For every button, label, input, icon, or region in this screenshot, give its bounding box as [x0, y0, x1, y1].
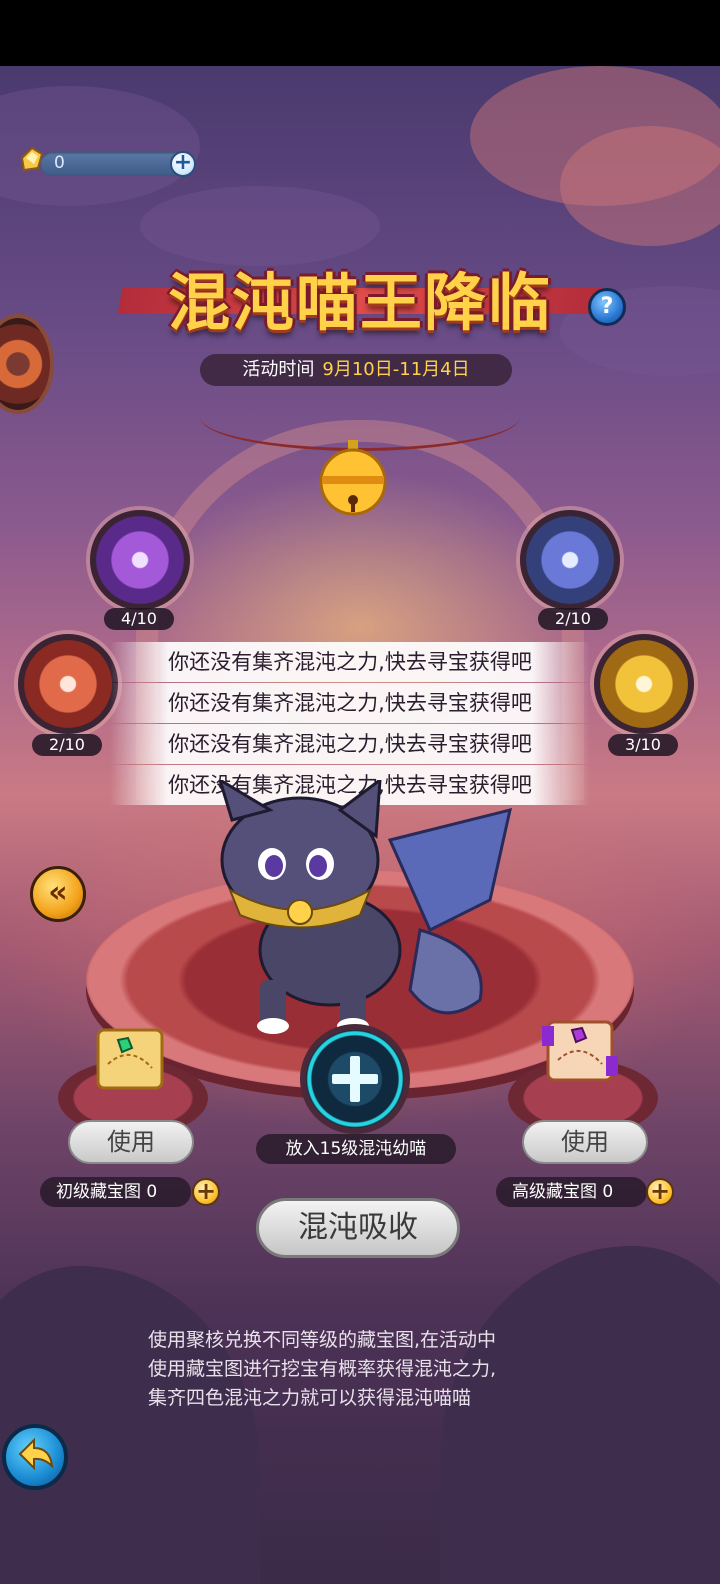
event-time: 活动时间 9月10日-11月4日 — [200, 354, 512, 386]
basic-map-count: 初级藏宝图 0 — [40, 1177, 192, 1207]
advanced-map-count: 高级藏宝图 0 — [496, 1177, 648, 1207]
chaos-orb-purple[interactable] — [90, 510, 190, 610]
back-arrow-icon — [18, 1437, 54, 1471]
chaos-absorb-button[interactable]: 混沌吸收 — [256, 1198, 460, 1258]
add-currency-button[interactable]: + — [170, 151, 196, 177]
basic-treasure-map-icon[interactable] — [88, 1024, 172, 1094]
orb-count-blue: 2/10 — [538, 608, 608, 630]
event-time-value: 9月10日-11月4日 — [322, 359, 470, 380]
gold-crystal-icon — [20, 146, 44, 172]
advanced-map-label: 高级藏宝图 0 — [512, 1182, 614, 1202]
orb-count-yellow: 3/10 — [608, 734, 678, 756]
add-pet-button[interactable] — [300, 1024, 410, 1134]
help-button[interactable]: ? — [588, 288, 626, 326]
orb-count-purple: 4/10 — [104, 608, 174, 630]
use-advanced-map-button[interactable]: 使用 — [522, 1120, 648, 1164]
add-basic-map-button[interactable]: + — [192, 1178, 220, 1206]
currency-bar: 0 + — [20, 146, 196, 178]
add-advanced-map-button[interactable]: + — [646, 1178, 674, 1206]
chaos-cat-pet — [218, 780, 512, 1034]
chaos-orb-yellow[interactable] — [594, 634, 694, 734]
plus-icon — [332, 1056, 378, 1102]
event-title-banner: 混沌喵王降临 — [117, 248, 603, 348]
back-button[interactable] — [2, 1424, 68, 1490]
expand-left-button[interactable]: « — [30, 866, 86, 922]
advanced-treasure-map-icon[interactable] — [538, 1016, 622, 1086]
description-line: 使用聚核兑换不同等级的藏宝图,在活动中 — [148, 1329, 497, 1351]
event-title: 混沌喵王降临 — [167, 266, 552, 339]
chaos-orb-red[interactable] — [18, 634, 118, 734]
event-description: 使用聚核兑换不同等级的藏宝图,在活动中 使用藏宝图进行挖宝有概率获得混沌之力, … — [148, 1326, 588, 1413]
description-line: 使用藏宝图进行挖宝有概率获得混沌之力, — [148, 1358, 497, 1380]
basic-map-label: 初级藏宝图 0 — [56, 1182, 158, 1202]
message-item: 你还没有集齐混沌之力,快去寻宝获得吧 — [110, 642, 590, 682]
chaos-orb-blue[interactable] — [520, 510, 620, 610]
event-time-label: 活动时间 — [242, 359, 315, 380]
orb-count-red: 2/10 — [32, 734, 102, 756]
currency-value: 0 — [54, 153, 65, 173]
message-item: 你还没有集齐混沌之力,快去寻宝获得吧 — [110, 724, 590, 764]
add-pet-label: 放入15级混沌幼喵 — [256, 1134, 456, 1164]
description-line: 集齐四色混沌之力就可以获得混沌喵喵 — [148, 1387, 472, 1409]
message-item: 你还没有集齐混沌之力,快去寻宝获得吧 — [110, 683, 590, 723]
use-basic-map-button[interactable]: 使用 — [68, 1120, 194, 1164]
bell-icon — [319, 440, 387, 516]
